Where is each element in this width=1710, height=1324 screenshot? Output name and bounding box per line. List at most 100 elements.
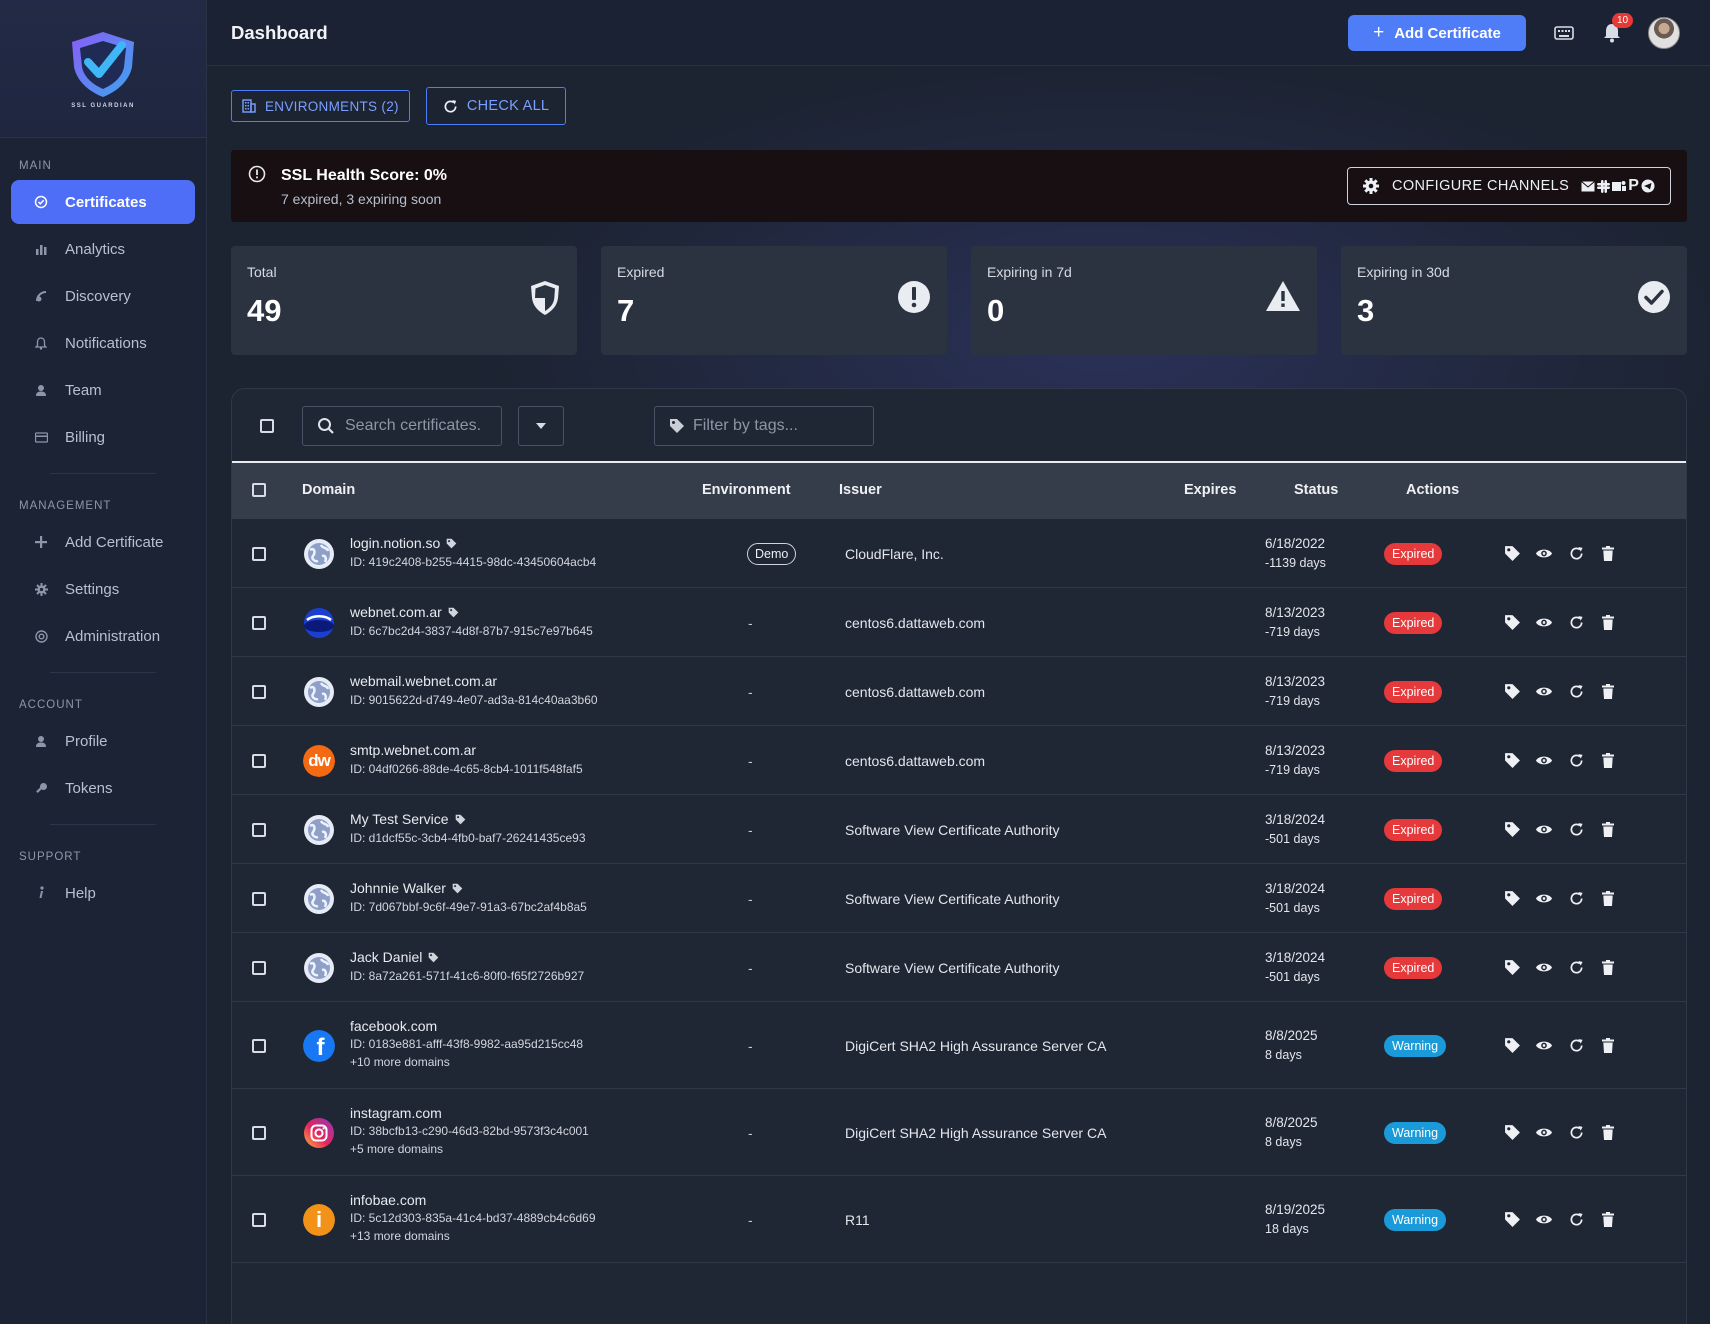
tag-icon[interactable] [1503, 752, 1521, 770]
eye-icon[interactable] [1535, 545, 1553, 563]
trash-icon[interactable] [1599, 1037, 1617, 1055]
sidebar-item-help[interactable]: Help [11, 871, 195, 915]
tag-icon[interactable] [1503, 683, 1521, 701]
add-certificate-button[interactable]: + Add Certificate [1348, 15, 1526, 51]
environment-chip[interactable]: Demo [747, 542, 797, 565]
domain-name[interactable]: webnet.com.ar [350, 604, 442, 620]
table-row[interactable]: dw smtp.webnet.com.ar ID: 04df0266-88de-… [232, 726, 1686, 795]
eye-icon[interactable] [1535, 614, 1553, 632]
domain-name[interactable]: Jack Daniel [350, 949, 422, 965]
domain-name[interactable]: infobae.com [350, 1192, 426, 1208]
domain-name[interactable]: webmail.webnet.com.ar [350, 673, 497, 689]
search-input[interactable]: Search certificates. [302, 406, 502, 446]
refresh-icon[interactable] [1567, 1211, 1585, 1229]
refresh-icon[interactable] [1567, 683, 1585, 701]
check-all-button[interactable]: CHECK ALL [425, 87, 567, 125]
tag-icon[interactable] [1503, 1124, 1521, 1142]
eye-icon[interactable] [1535, 1211, 1553, 1229]
sidebar-item-add-certificate[interactable]: Add Certificate [11, 520, 195, 564]
stat-card[interactable]: Expiring in 7d 0 [971, 246, 1317, 355]
select-all-checkbox[interactable] [260, 419, 274, 433]
eye-icon[interactable] [1535, 752, 1553, 770]
sidebar-item-notifications[interactable]: Notifications [11, 321, 195, 365]
trash-icon[interactable] [1599, 1124, 1617, 1142]
tag-icon[interactable] [1503, 959, 1521, 977]
refresh-icon[interactable] [1567, 821, 1585, 839]
table-row[interactable]: My Test Service ID: d1dcf55c-3cb4-4fb0-b… [232, 795, 1686, 864]
sidebar-item-discovery[interactable]: Discovery [11, 274, 195, 318]
sidebar-item-team[interactable]: Team [11, 368, 195, 412]
column-environment[interactable]: Environment [702, 482, 791, 498]
column-status[interactable]: Status [1294, 482, 1338, 498]
trash-icon[interactable] [1599, 545, 1617, 563]
stat-card[interactable]: Total 49 [231, 246, 577, 355]
more-domains[interactable]: +13 more domains [350, 1229, 450, 1243]
domain-name[interactable]: login.notion.so [350, 535, 440, 551]
column-issuer[interactable]: Issuer [839, 482, 882, 498]
domain-name[interactable]: My Test Service [350, 811, 449, 827]
domain-name[interactable]: Johnnie Walker [350, 880, 446, 896]
row-checkbox[interactable] [252, 546, 266, 561]
table-row[interactable]: webmail.webnet.com.ar ID: 9015622d-d749-… [232, 657, 1686, 726]
row-checkbox[interactable] [252, 684, 266, 699]
configure-channels-button[interactable]: CONFIGURE CHANNELS P [1347, 167, 1671, 205]
table-row[interactable]: f facebook.com ID: 0183e881-afff-43f8-99… [232, 1002, 1686, 1089]
search-field-dropdown[interactable] [518, 406, 564, 446]
stat-card[interactable]: Expiring in 30d 3 [1341, 246, 1687, 355]
eye-icon[interactable] [1535, 683, 1553, 701]
trash-icon[interactable] [1599, 752, 1617, 770]
trash-icon[interactable] [1599, 1211, 1617, 1229]
table-row[interactable]: Johnnie Walker ID: 7d067bbf-9c6f-49e7-91… [232, 864, 1686, 933]
sidebar-item-tokens[interactable]: Tokens [11, 766, 195, 810]
tag-filter-input[interactable]: Filter by tags... [654, 406, 874, 446]
refresh-icon[interactable] [1567, 890, 1585, 908]
stat-card[interactable]: Expired 7 [601, 246, 947, 355]
refresh-icon[interactable] [1567, 1124, 1585, 1142]
refresh-icon[interactable] [1567, 545, 1585, 563]
sidebar-item-administration[interactable]: Administration [11, 614, 195, 658]
tag-icon[interactable] [1503, 890, 1521, 908]
sidebar-item-certificates[interactable]: Certificates [11, 180, 195, 224]
eye-icon[interactable] [1535, 1037, 1553, 1055]
avatar[interactable] [1648, 17, 1680, 49]
keyboard-shortcuts-button[interactable] [1552, 21, 1576, 45]
row-checkbox[interactable] [252, 1125, 266, 1140]
trash-icon[interactable] [1599, 821, 1617, 839]
environments-button[interactable]: ENVIRONMENTS (2) [231, 90, 410, 122]
table-row[interactable]: login.notion.so ID: 419c2408-b255-4415-9… [232, 519, 1686, 588]
more-domains[interactable]: +10 more domains [350, 1055, 450, 1069]
table-row[interactable]: i infobae.com ID: 5c12d303-835a-41c4-bd3… [232, 1176, 1686, 1263]
sidebar-item-profile[interactable]: Profile [11, 719, 195, 763]
table-row[interactable]: webnet.com.ar ID: 6c7bc2d4-3837-4d8f-87b… [232, 588, 1686, 657]
refresh-icon[interactable] [1567, 1037, 1585, 1055]
row-checkbox[interactable] [252, 822, 266, 837]
tag-icon[interactable] [1503, 1211, 1521, 1229]
sidebar-item-billing[interactable]: Billing [11, 415, 195, 459]
logo[interactable]: SSL GUARDIAN [0, 0, 206, 138]
row-checkbox[interactable] [252, 1038, 266, 1053]
refresh-icon[interactable] [1567, 752, 1585, 770]
tag-icon[interactable] [1503, 1037, 1521, 1055]
sidebar-item-analytics[interactable]: Analytics [11, 227, 195, 271]
trash-icon[interactable] [1599, 614, 1617, 632]
table-row[interactable]: Jack Daniel ID: 8a72a261-571f-41c6-80f0-… [232, 933, 1686, 1002]
domain-name[interactable]: facebook.com [350, 1018, 437, 1034]
notifications-button[interactable]: 10 [1600, 13, 1634, 45]
eye-icon[interactable] [1535, 821, 1553, 839]
column-domain[interactable]: Domain [302, 482, 355, 498]
trash-icon[interactable] [1599, 683, 1617, 701]
trash-icon[interactable] [1599, 890, 1617, 908]
row-checkbox[interactable] [252, 1212, 266, 1227]
header-checkbox[interactable] [252, 483, 266, 497]
tag-icon[interactable] [1503, 614, 1521, 632]
domain-name[interactable]: instagram.com [350, 1105, 442, 1121]
row-checkbox[interactable] [252, 615, 266, 630]
row-checkbox[interactable] [252, 960, 266, 975]
tag-icon[interactable] [1503, 545, 1521, 563]
row-checkbox[interactable] [252, 891, 266, 906]
eye-icon[interactable] [1535, 1124, 1553, 1142]
refresh-icon[interactable] [1567, 959, 1585, 977]
column-expires[interactable]: Expires [1184, 482, 1236, 498]
domain-name[interactable]: smtp.webnet.com.ar [350, 742, 476, 758]
row-checkbox[interactable] [252, 753, 266, 768]
